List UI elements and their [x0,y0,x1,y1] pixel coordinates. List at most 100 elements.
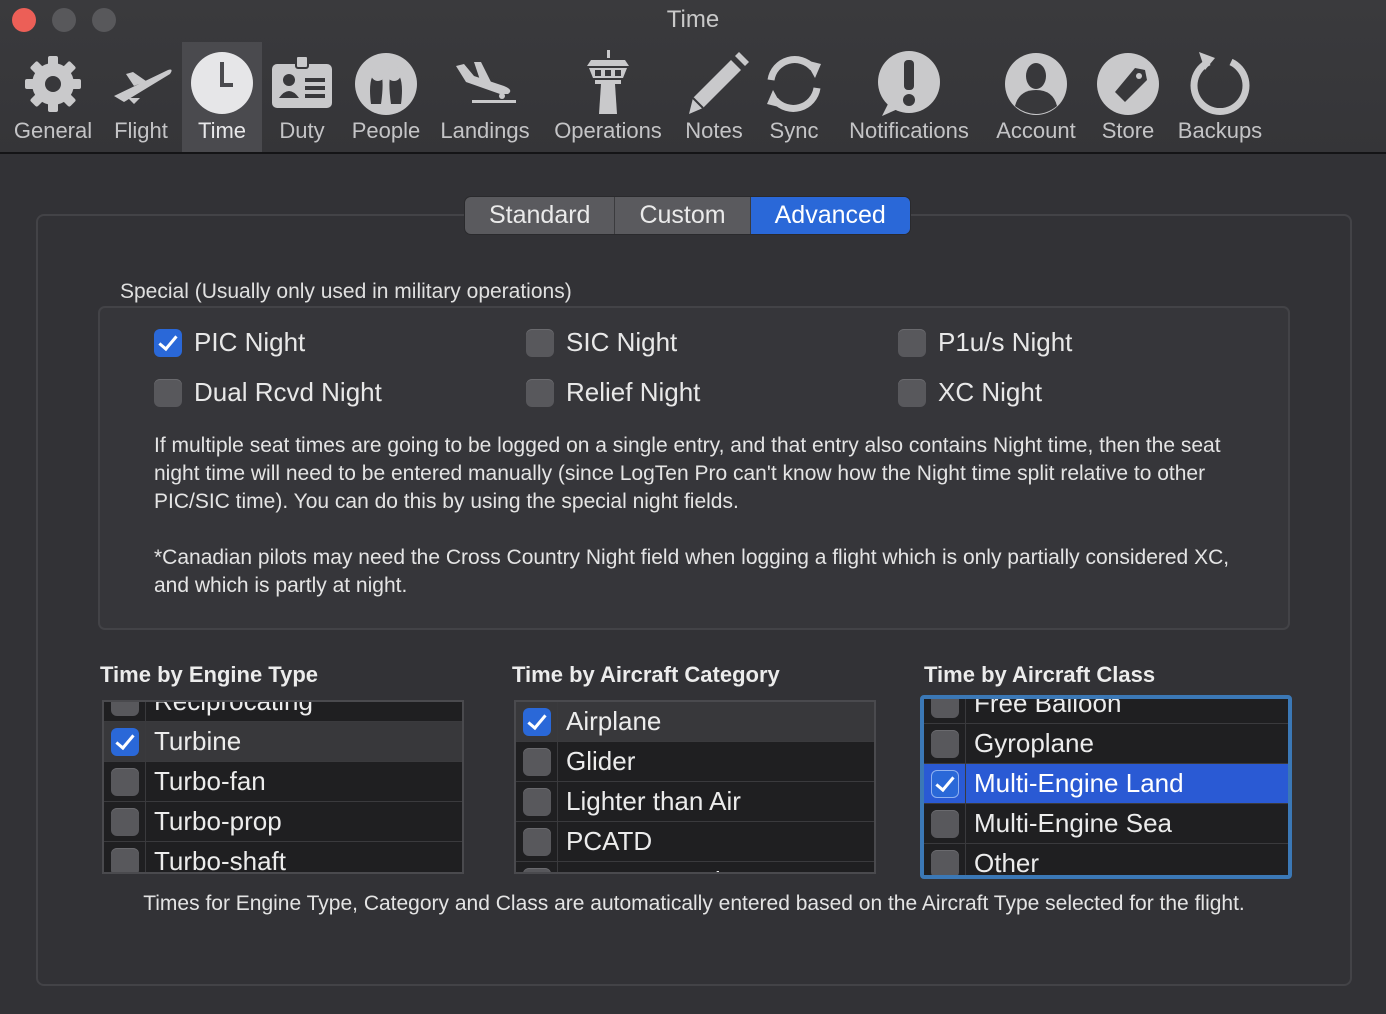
toolbar-account[interactable]: Account [986,42,1086,152]
id-card-icon [267,48,337,118]
pencil-icon [679,48,749,118]
checkbox-unchecked-icon[interactable] [522,787,551,816]
toolbar-label: Notifications [849,118,969,143]
list-item[interactable]: Gyroplane [924,724,1288,764]
toolbar-label: General [13,118,93,143]
checkbox-unchecked-icon[interactable] [930,849,959,875]
checkbox-unchecked-icon[interactable] [110,807,139,836]
list-item[interactable]: Reciprocating [104,700,462,722]
checkbox-unchecked-icon [526,378,554,407]
xc-night-checkbox[interactable]: XC Night [898,377,1042,408]
toolbar-label: Store [1101,118,1155,143]
toolbar-label: Flight [114,118,168,143]
relief-night-checkbox[interactable]: Relief Night [526,377,700,408]
list-item[interactable]: Airplane [516,702,874,742]
mode-segmented-control: Standard Custom Advanced [464,196,911,235]
checkbox-unchecked-icon [526,328,554,357]
list-item-label: Free Balloon [974,695,1122,718]
gear-icon [18,48,88,118]
list-item-label: Glider [566,746,636,776]
dual-rcvd-night-checkbox[interactable]: Dual Rcvd Night [154,377,382,408]
toolbar-label: Notes [685,118,743,143]
airplane-icon [106,48,176,118]
list-item-label: Multi-Engine Land [974,768,1184,798]
landing-icon [450,48,520,118]
control-tower-icon [573,48,643,118]
tab-custom[interactable]: Custom [615,197,751,234]
checkbox-unchecked-icon[interactable] [110,767,139,796]
toolbar-operations[interactable]: Operations [546,42,670,152]
checkbox-unchecked-icon[interactable] [930,809,959,838]
engine-type-list[interactable]: Reciprocating Turbine Turbo-fan Turbo-pr… [102,700,464,874]
checkbox-unchecked-icon[interactable] [110,847,139,872]
checkbox-label: XC Night [938,377,1043,407]
toolbar-label: Operations [554,118,662,143]
toolbar-general[interactable]: General [6,42,100,152]
toolbar-flight[interactable]: Flight [100,42,182,152]
special-help-text: If multiple seat times are going to be l… [154,434,1221,513]
checkbox-unchecked-icon[interactable] [110,702,139,716]
list-item[interactable]: Power Parachute [516,862,874,872]
pic-night-checkbox[interactable]: PIC Night [154,327,305,358]
toolbar-label: Time [197,118,247,143]
list-item[interactable]: Free Balloon [924,695,1288,724]
list-item-label: Multi-Engine Sea [974,808,1172,838]
sic-night-checkbox[interactable]: SIC Night [526,327,677,358]
list-item-selected[interactable]: Multi-Engine Land [924,764,1288,804]
list-item[interactable]: Turbo-shaft [104,842,462,872]
aircraft-class-list[interactable]: Free Balloon Gyroplane Multi-Engine Land… [920,695,1292,879]
toolbar-label: Landings [440,118,530,143]
toolbar-notifications[interactable]: Notifications [838,42,980,152]
toolbar-label: Backups [1177,118,1263,143]
p1us-night-checkbox[interactable]: P1u/s Night [898,327,1072,358]
toolbar-label: Sync [769,118,819,143]
aircraft-class-title: Time by Aircraft Class [924,662,1156,687]
list-item[interactable]: Multi-Engine Sea [924,804,1288,844]
special-section-title: Special (Usually only used in military o… [120,280,572,303]
toolbar-notes[interactable]: Notes [676,42,752,152]
people-icon [351,48,421,118]
list-item[interactable]: Turbo-prop [104,802,462,842]
checkbox-unchecked-icon[interactable] [522,827,551,856]
checkbox-label: SIC Night [566,327,678,357]
checkbox-unchecked-icon[interactable] [930,699,959,718]
canadian-pilots-note: *Canadian pilots may need the Cross Coun… [154,546,1230,597]
checkbox-unchecked-icon [154,378,182,407]
toolbar-label: People [351,118,421,143]
checkbox-unchecked-icon [898,378,926,407]
toolbar-time[interactable]: Time [182,42,262,152]
checkbox-checked-icon[interactable] [522,707,551,736]
list-item[interactable]: Lighter than Air [516,782,874,822]
list-item-label: Turbine [154,726,242,756]
list-item-label: Power Parachute [558,866,765,872]
toolbar-store[interactable]: Store [1090,42,1166,152]
list-item-label: Reciprocating [154,700,313,716]
list-item[interactable]: Turbo-fan [104,762,462,802]
auto-entry-note: Times for Engine Type, Category and Clas… [143,892,1245,915]
aircraft-category-list[interactable]: Airplane Glider Lighter than Air PCATD P… [514,700,876,874]
tab-standard[interactable]: Standard [465,197,616,234]
list-item[interactable]: PCATD [516,822,874,862]
person-silhouette-icon [1001,48,1071,118]
sync-icon [759,48,829,118]
checkbox-unchecked-icon[interactable] [522,747,551,776]
toolbar-duty[interactable]: Duty [262,42,342,152]
list-item[interactable]: Glider [516,742,874,782]
exclamation-bubble-icon [874,48,944,118]
toolbar-backups[interactable]: Backups [1170,42,1270,152]
checkbox-unchecked-icon[interactable] [522,867,551,872]
checkbox-checked-icon [154,328,182,357]
toolbar-landings[interactable]: Landings [432,42,538,152]
toolbar-people[interactable]: People [344,42,428,152]
checkbox-checked-icon[interactable] [930,769,959,798]
list-item[interactable]: Other [924,844,1288,875]
toolbar-sync[interactable]: Sync [756,42,832,152]
checkbox-unchecked-icon [898,328,926,357]
list-item[interactable]: Turbine [104,722,462,762]
refresh-arrow-icon [1185,48,1255,118]
checkbox-checked-icon[interactable] [110,727,139,756]
list-item-label: PCATD [566,826,653,856]
list-item-label: Lighter than Air [566,786,741,816]
tab-advanced[interactable]: Advanced [750,197,910,234]
checkbox-unchecked-icon[interactable] [930,729,959,758]
